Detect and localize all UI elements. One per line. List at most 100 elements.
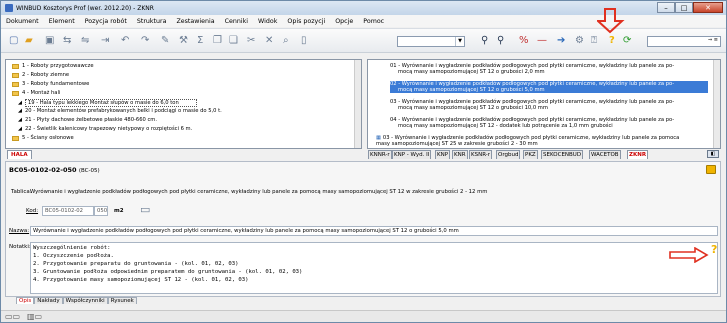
tab-naklady[interactable]: Nakłady	[34, 297, 63, 304]
tab-orgbud[interactable]: Orgbud	[496, 150, 521, 159]
undo-icon[interactable]: ↶	[121, 35, 129, 47]
tree-label: 2 - Roboty ziemne	[22, 72, 70, 78]
menu-cenniki[interactable]: Cenniki	[225, 18, 248, 25]
tree-item-2[interactable]: 2 - Roboty ziemne	[12, 72, 69, 78]
tab-wspolczynniki[interactable]: Współczynniki	[62, 297, 108, 304]
layout-toggle-icon[interactable]: ▭▭	[5, 312, 20, 321]
menu-widok[interactable]: Widok	[258, 18, 277, 25]
tools-icon[interactable]: ⚙	[575, 35, 584, 47]
code-field[interactable]: BC05-0102-02	[42, 206, 94, 216]
percent-icon[interactable]: %	[519, 35, 529, 47]
catalog-item-03[interactable]: 03 - Wyrównanie i wygładzenie podkładów …	[390, 99, 674, 111]
tree-item-4[interactable]: 4 - Montaż hali	[12, 90, 60, 96]
calculator-icon[interactable]: ⚒	[179, 35, 188, 47]
status-bar: ▭▭ ▥▭	[1, 310, 726, 322]
table-label: Tablica:	[11, 189, 32, 195]
insert-icon[interactable]: ⇆	[63, 35, 71, 47]
catalog-label-cont: mocą masy samopoziomującej ST 12 o grubo…	[398, 87, 545, 93]
minimize-button[interactable]: –	[657, 2, 675, 13]
menu-pomoc[interactable]: Pomoc	[363, 18, 384, 25]
catalog-label-cont: mocą masy samopoziomującej ST 12 o grubo…	[398, 69, 545, 75]
paste-icon[interactable]: ❏	[229, 35, 238, 47]
tree-item-5[interactable]: 5 - Ściany osłonowe	[12, 135, 74, 141]
import-icon[interactable]: ➔	[557, 35, 565, 47]
tree-scrollbar[interactable]	[354, 60, 361, 148]
tab-rysunek[interactable]: Rysunek	[107, 297, 137, 304]
tab-opis[interactable]: Opis	[16, 297, 35, 304]
tab-ksnr-r[interactable]: KSNR-r	[469, 150, 493, 159]
catalog-scrollbar[interactable]	[713, 60, 720, 148]
tab-knnr-r[interactable]: KNNR-r	[368, 150, 392, 159]
maximize-button[interactable]: □	[675, 2, 693, 13]
tree-item-3[interactable]: 3 - Roboty fundamentowe	[12, 81, 89, 87]
minus-icon[interactable]: —	[537, 35, 547, 47]
catalog-item-04[interactable]: 04 - Wyrównanie i wygładzenie podkładów …	[390, 117, 674, 129]
notes-help-icon[interactable]: ?	[711, 244, 717, 255]
catalog-item-table-03[interactable]: ▦ 03 - Wyrównanie i wygładzenie podkładów…	[376, 135, 679, 147]
refresh-icon[interactable]: ⟳	[623, 35, 631, 47]
find-icon[interactable]: ⌕	[283, 35, 289, 47]
name-field[interactable]: Wyrównanie i wygładzenie podkładów podło…	[30, 226, 718, 236]
tree-item-19[interactable]: ◢ 19 - Hala typu lekkiego Montaż słupów o…	[18, 99, 197, 107]
sum-icon[interactable]: Σ	[197, 35, 203, 47]
folder-icon	[12, 135, 19, 141]
notes-label: Notatki:	[9, 244, 31, 250]
delete-icon[interactable]: ✕	[265, 35, 273, 47]
menu-pozycja-robot[interactable]: Pozycja robót	[85, 18, 127, 25]
catalog-list: 01 - Wyrównanie i wygładzenie podkładów …	[367, 59, 721, 149]
tree-item-1[interactable]: 1 - Roboty przygotowawcze	[12, 63, 94, 69]
search-go-icon[interactable]: ⇒ ≡	[708, 37, 718, 43]
panel-toggle-icon[interactable]: ◧	[707, 150, 719, 158]
menu-dokument[interactable]: Dokument	[6, 18, 39, 25]
element-combo[interactable]: ▼	[397, 36, 465, 47]
new-document-icon[interactable]: ▢	[9, 35, 18, 47]
tab-wacetob[interactable]: WACETOB	[589, 150, 621, 159]
tab-sekocenbud[interactable]: SEKOCENBUD	[541, 150, 584, 159]
menu-struktura[interactable]: Struktura	[137, 18, 167, 25]
menu-opis-pozycji[interactable]: Opis pozycji	[287, 18, 325, 25]
move-icon[interactable]: ⇋	[81, 35, 89, 47]
tree-item-22[interactable]: ◢ 22 - Świetlik kalenicowy trapezowy niet…	[18, 126, 192, 132]
redo-icon[interactable]: ↷	[141, 35, 149, 47]
table-value: Wyrównanie i wygładzenie podkładów podło…	[30, 189, 488, 195]
close-button[interactable]: ✕	[693, 2, 723, 13]
catalog-icon[interactable]: ✎	[161, 35, 169, 47]
lock-icon[interactable]	[706, 165, 716, 174]
annotation-down-arrow-icon	[597, 8, 625, 34]
context-help-icon[interactable]: ⍰	[591, 35, 597, 47]
save-icon[interactable]: ▣	[45, 35, 54, 47]
catalog-item-01[interactable]: 01 - Wyrównanie i wygładzenie podkładów …	[390, 63, 674, 75]
indent-icon[interactable]: ⇥	[101, 35, 109, 47]
tab-knp-wyd2[interactable]: KNP - Wyd. II	[392, 150, 432, 159]
binoculars-icon[interactable]: ⚲	[481, 35, 488, 47]
expand-arrow-icon: ◢	[18, 126, 22, 132]
tab-knp[interactable]: KNP	[435, 150, 451, 159]
search-input[interactable]: ⇒ ≡	[647, 36, 721, 47]
code-variant-field[interactable]: 050	[94, 206, 108, 216]
menu-opcje[interactable]: Opcje	[335, 18, 353, 25]
notes-field[interactable]: Wyszczególnienie robót: 1. Oczyszczenie …	[30, 242, 718, 294]
catalog-item-02[interactable]: 02 - Wyrównanie i wygładzenie podkładów …	[390, 81, 708, 93]
tree-item-21[interactable]: ◢ 21 - Płyty dachowe żelbetowe płaskie 48…	[18, 117, 157, 123]
image-icon[interactable]: ▭	[140, 203, 150, 216]
page-icon[interactable]: ▯	[301, 35, 307, 47]
combo-arrow-icon[interactable]: ▼	[455, 37, 464, 46]
structure-tree: 1 - Roboty przygotowawcze 2 - Roboty zie…	[5, 59, 362, 149]
tab-pkz[interactable]: PKZ	[523, 150, 538, 159]
panel-layout-icon[interactable]: ▥▭	[27, 312, 42, 321]
tree-item-20[interactable]: ◢ 20 - Montaż elementów prefabrykowanych …	[18, 108, 222, 114]
menu-zestawienia[interactable]: Zestawienia	[176, 18, 214, 25]
tab-knr[interactable]: KNR	[452, 150, 468, 159]
tab-zknr[interactable]: ZKNR	[627, 150, 649, 159]
folder-icon	[12, 90, 19, 96]
copy-icon[interactable]: ❐	[213, 35, 222, 47]
notes-line: 1. Oczyszczenie podłoża.	[33, 253, 114, 259]
catalog-label-cont: mocą masy samopoziomującej ST 12 o grubo…	[398, 105, 548, 111]
menu-element[interactable]: Element	[49, 18, 75, 25]
open-folder-icon[interactable]: ▰	[25, 35, 33, 47]
tab-hala[interactable]: HALA	[7, 150, 32, 159]
cut-icon[interactable]: ✂	[247, 35, 255, 47]
help-icon[interactable]: ?	[609, 35, 615, 47]
find-next-icon[interactable]: ⚲	[497, 35, 504, 47]
window-controls: – □ ✕	[657, 2, 723, 13]
